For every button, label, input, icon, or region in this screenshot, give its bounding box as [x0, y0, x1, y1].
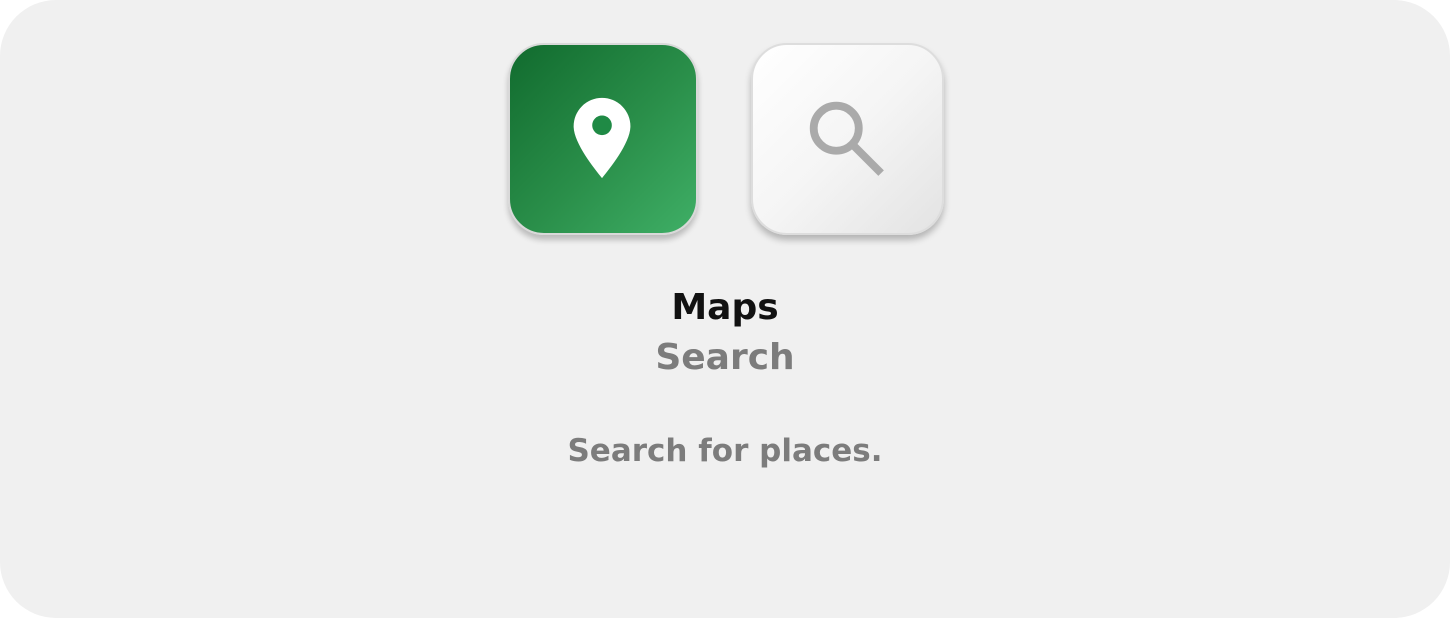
action-description: Search for places. — [567, 433, 883, 469]
magnifier-search-icon — [809, 101, 884, 176]
app-title: Maps — [671, 287, 779, 328]
map-pin-icon — [573, 97, 631, 179]
search-action-icon[interactable] — [751, 43, 944, 235]
action-subtitle: Search — [655, 337, 795, 378]
maps-app-icon[interactable] — [508, 43, 698, 235]
shortcut-card: Maps Search Search for places. — [0, 0, 1450, 618]
